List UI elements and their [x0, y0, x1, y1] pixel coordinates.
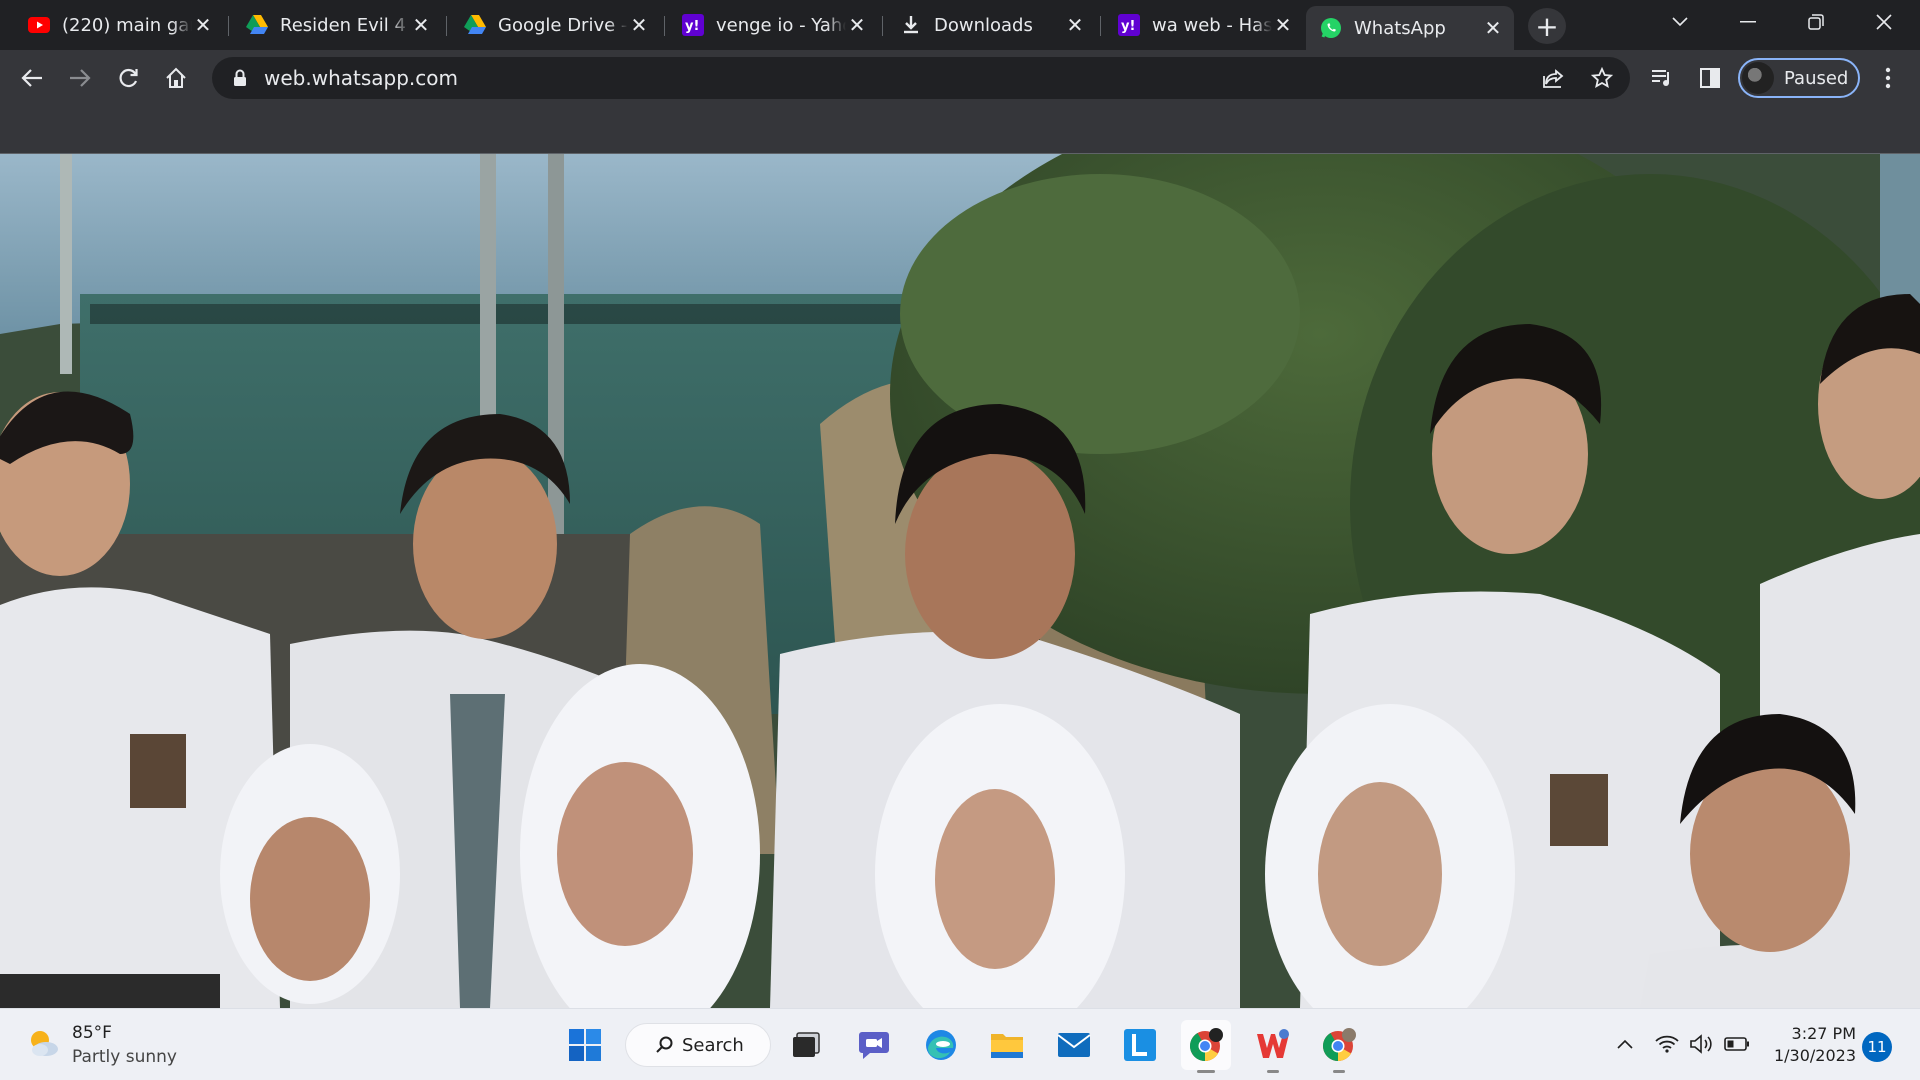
notification-badge[interactable]: 11	[1862, 1032, 1892, 1062]
tab-wa-web[interactable]: y! wa web - Hasil ✕	[1104, 6, 1304, 44]
youtube-icon	[28, 14, 50, 36]
show-hidden-icons-button[interactable]	[1608, 1027, 1642, 1061]
volume-icon[interactable]	[1684, 1027, 1718, 1061]
windows-taskbar: 85°F Partly sunny Search 3:27 PM 1/30/20…	[0, 1008, 1920, 1080]
whatsapp-icon	[1320, 17, 1342, 39]
chrome-icon	[1189, 1028, 1223, 1061]
tab-title: (220) main gan	[62, 14, 192, 36]
tab-title: WhatsApp	[1354, 17, 1446, 39]
tab-separator	[446, 16, 447, 36]
browser-toolbar: web.whatsapp.com Paused	[0, 50, 1920, 106]
svg-text:y!: y!	[1121, 19, 1135, 34]
mail-icon	[1057, 1033, 1091, 1057]
tab-youtube[interactable]: (220) main gan ✕	[14, 6, 224, 44]
group-photo-image	[0, 154, 1920, 1008]
task-view-button[interactable]	[781, 1020, 831, 1070]
back-button[interactable]	[14, 60, 50, 96]
bookmarks-bar	[0, 106, 1920, 154]
close-tab-icon[interactable]: ✕	[410, 13, 432, 37]
lock-icon[interactable]	[230, 69, 250, 87]
tab-title: Downloads	[934, 14, 1033, 36]
l-app-icon	[1124, 1029, 1156, 1061]
task-view-icon	[793, 1032, 820, 1057]
google-drive-icon	[246, 14, 268, 36]
windows-icon	[569, 1029, 601, 1061]
wps-office-button[interactable]	[1248, 1020, 1298, 1073]
search-label: Search	[682, 1034, 744, 1056]
taskbar-search[interactable]: Search	[625, 1023, 771, 1067]
chrome-icon	[1322, 1028, 1356, 1061]
reload-button[interactable]	[110, 60, 146, 96]
partly-sunny-icon	[26, 1026, 60, 1064]
wps-office-icon	[1257, 1029, 1289, 1058]
close-tab-icon[interactable]: ✕	[192, 13, 214, 37]
tab-separator	[664, 16, 665, 36]
system-clock[interactable]: 3:27 PM 1/30/2023	[1752, 1023, 1856, 1067]
yahoo-icon: y!	[682, 14, 704, 36]
home-button[interactable]	[158, 60, 194, 96]
profile-button[interactable]: Paused	[1738, 58, 1860, 98]
download-icon	[900, 14, 922, 36]
close-tab-icon[interactable]: ✕	[1064, 13, 1086, 37]
running-indicator	[1333, 1070, 1345, 1073]
edge-icon	[926, 1030, 956, 1060]
tab-strip: (220) main gan ✕ Residen Evil 4 U ✕ Goog…	[0, 0, 1920, 50]
active-indicator	[1197, 1070, 1215, 1073]
teams-chat-button[interactable]	[849, 1020, 899, 1070]
clock-date: 1/30/2023	[1773, 1046, 1856, 1065]
group-photo	[0, 154, 1920, 1008]
profile-status: Paused	[1784, 67, 1849, 89]
yahoo-icon: y!	[1118, 14, 1140, 36]
tab-residen-evil[interactable]: Residen Evil 4 U ✕	[232, 6, 442, 44]
tab-separator	[228, 16, 229, 36]
new-tab-button[interactable]: +	[1528, 8, 1566, 44]
tab-title: venge io - Yaho	[716, 14, 846, 36]
tab-title: wa web - Hasil	[1152, 14, 1272, 36]
clock-time: 3:27 PM	[1791, 1024, 1856, 1043]
minimize-button[interactable]	[1714, 0, 1782, 44]
running-indicator	[1267, 1070, 1279, 1073]
tab-whatsapp[interactable]: WhatsApp ✕	[1306, 6, 1514, 50]
search-icon	[656, 1036, 674, 1054]
chrome-button[interactable]	[1181, 1020, 1231, 1073]
forward-button[interactable]	[62, 60, 98, 96]
side-panel-icon[interactable]	[1692, 60, 1728, 96]
close-tab-icon[interactable]: ✕	[846, 13, 868, 37]
chrome-profile-button[interactable]	[1314, 1020, 1364, 1073]
tab-title: Residen Evil 4 U	[280, 14, 410, 36]
restore-button[interactable]	[1782, 0, 1850, 44]
file-explorer-button[interactable]	[982, 1020, 1032, 1070]
weather-temp: 85°F	[72, 1023, 112, 1043]
tab-separator	[1100, 16, 1101, 36]
teams-chat-icon	[859, 1032, 889, 1059]
edge-button[interactable]	[916, 1020, 966, 1070]
google-drive-icon	[464, 14, 486, 36]
close-tab-icon[interactable]: ✕	[1482, 16, 1504, 40]
tab-separator	[882, 16, 883, 36]
weather-widget[interactable]: 85°F Partly sunny	[26, 1021, 177, 1069]
tab-venge-io[interactable]: y! venge io - Yaho ✕	[668, 6, 878, 44]
start-button[interactable]	[560, 1020, 610, 1070]
bookmark-star-icon[interactable]	[1584, 60, 1620, 96]
close-tab-icon[interactable]: ✕	[1272, 13, 1294, 37]
avatar	[1742, 62, 1774, 94]
url-text[interactable]: web.whatsapp.com	[264, 66, 458, 90]
l-app-button[interactable]	[1115, 1020, 1165, 1070]
tab-downloads[interactable]: Downloads ✕	[886, 6, 1096, 44]
close-window-button[interactable]	[1850, 0, 1918, 44]
share-icon[interactable]	[1536, 60, 1572, 96]
close-tab-icon[interactable]: ✕	[628, 13, 650, 37]
folder-icon	[991, 1034, 1023, 1058]
media-control-icon[interactable]	[1644, 60, 1680, 96]
tab-title: Google Drive -	[498, 14, 628, 36]
battery-icon[interactable]	[1720, 1027, 1754, 1061]
tab-google-drive[interactable]: Google Drive - ✕	[450, 6, 660, 44]
mail-button[interactable]	[1049, 1020, 1099, 1070]
wifi-icon[interactable]	[1650, 1027, 1684, 1061]
menu-kebab-icon[interactable]	[1870, 60, 1906, 96]
address-bar[interactable]: web.whatsapp.com	[212, 57, 1630, 99]
svg-text:y!: y!	[685, 19, 699, 34]
tab-search-icon[interactable]	[1646, 0, 1714, 44]
weather-condition: Partly sunny	[72, 1047, 177, 1067]
